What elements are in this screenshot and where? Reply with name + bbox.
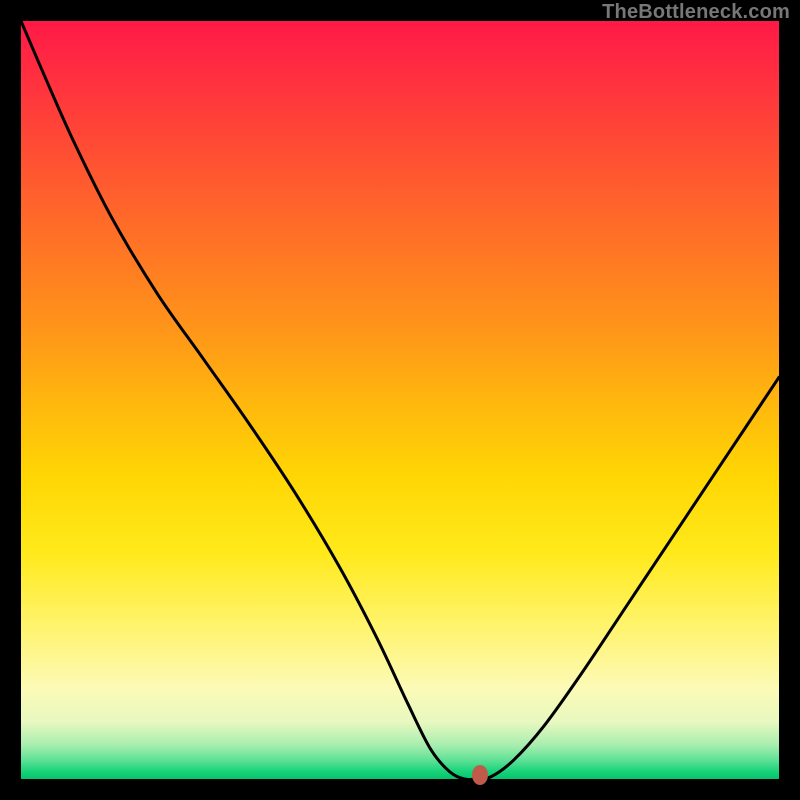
bottleneck-curve	[21, 21, 779, 779]
optimal-point-marker	[472, 765, 488, 785]
chart-frame: TheBottleneck.com	[0, 0, 800, 800]
watermark-text: TheBottleneck.com	[602, 1, 790, 24]
curve-path	[21, 21, 779, 780]
